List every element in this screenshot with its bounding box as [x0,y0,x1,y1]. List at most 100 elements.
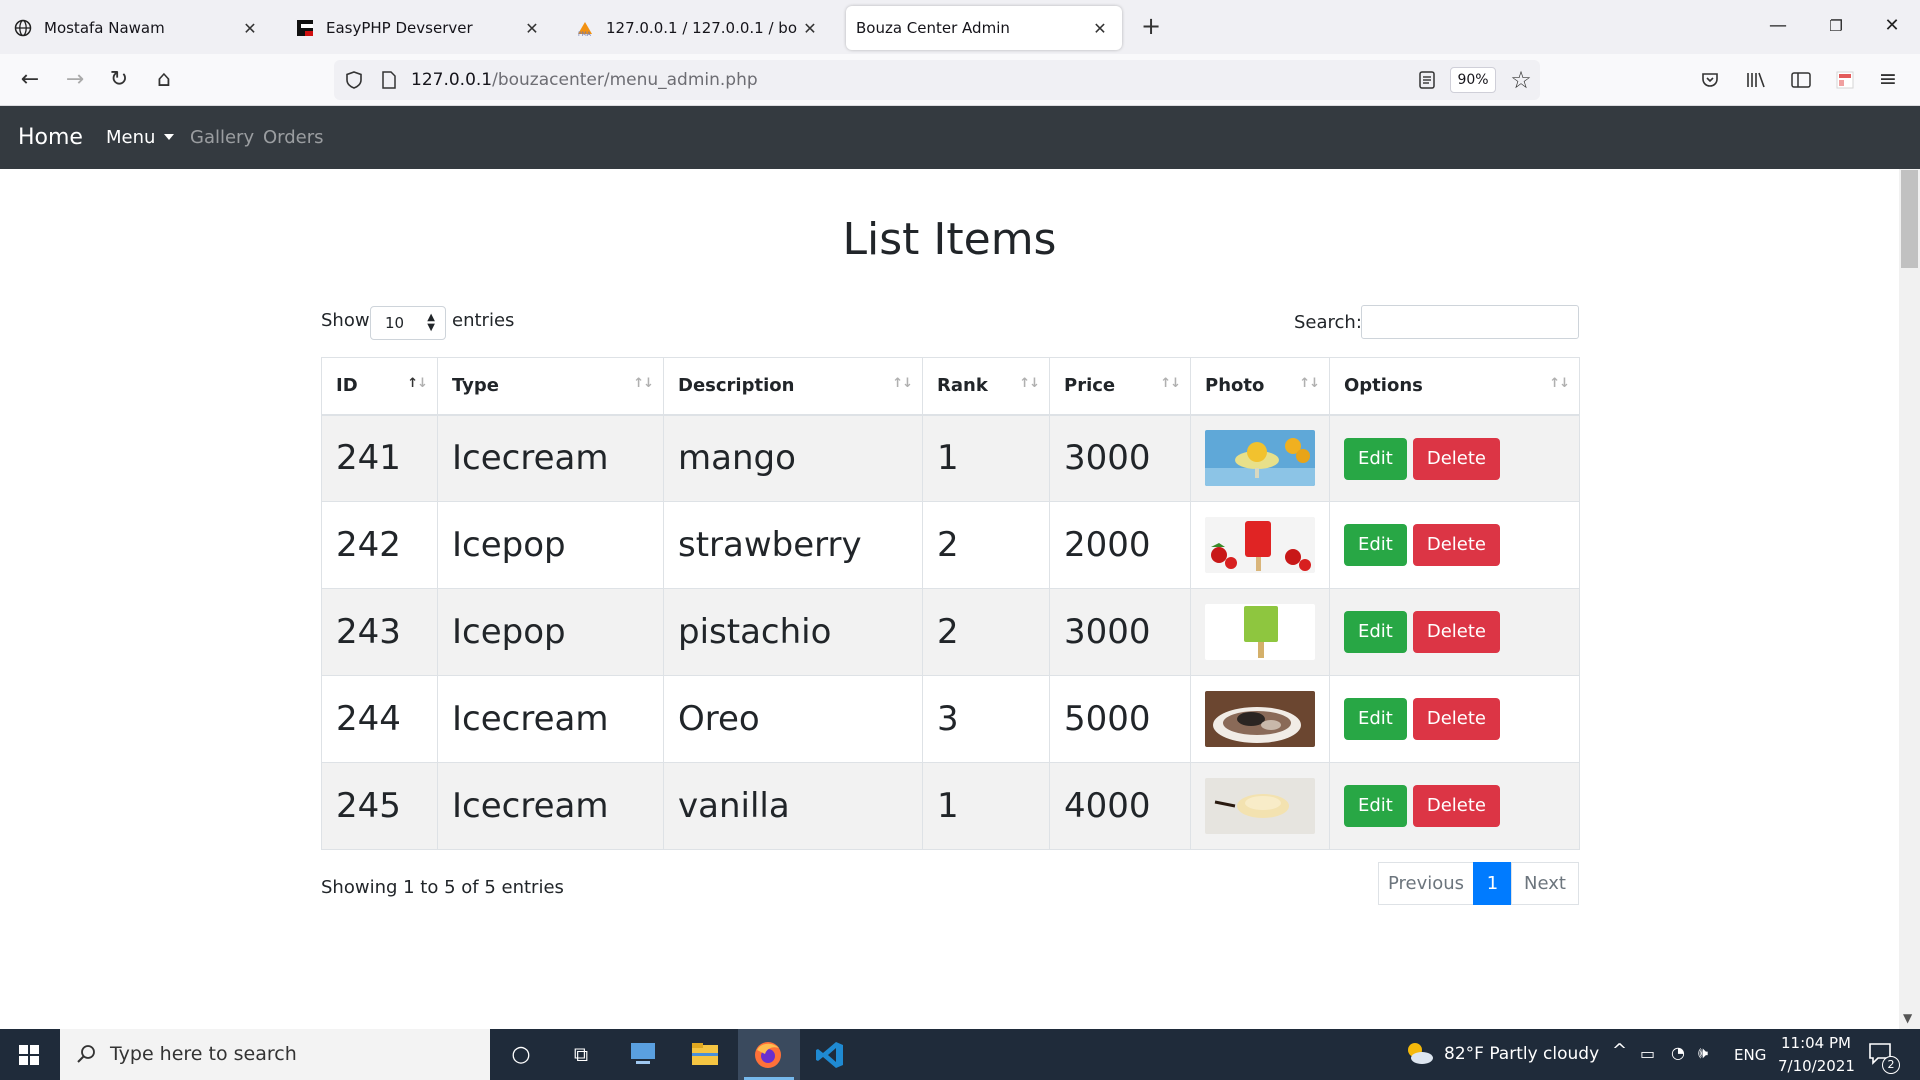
file-explorer-icon[interactable] [690,1041,720,1067]
minimize-icon[interactable]: — [1758,12,1798,42]
weather-text[interactable]: 82°F Partly cloudy [1444,1044,1599,1064]
reader-view-icon[interactable] [1417,70,1437,90]
cell-description: pistachio [663,588,923,676]
cell-options: Edit Delete [1329,414,1580,502]
vscode-icon[interactable] [815,1040,845,1070]
tab-phpmyadmin[interactable]: PMA 127.0.0.1 / 127.0.0.1 / bouzacenter … [566,6,832,50]
close-tab-icon[interactable]: ✕ [798,19,822,38]
delete-button[interactable]: Delete [1412,785,1501,828]
library-icon[interactable] [1745,70,1767,90]
bookmark-star-icon[interactable]: ☆ [1505,64,1537,96]
column-header-options[interactable]: Options ↑↓ [1329,357,1580,416]
volume-icon[interactable]: 🕪 [1698,1043,1708,1063]
sort-icon: ↑↓ [633,376,654,391]
shield-icon[interactable] [344,70,364,90]
sort-icon: ↑↓ [407,376,428,391]
easyphp-icon [297,20,313,36]
weather-partly-cloudy-icon[interactable] [1404,1040,1434,1066]
tab-mostafa-nawam[interactable]: Mostafa Nawam ✕ [4,6,272,50]
hamburger-menu-icon[interactable]: ≡ [1872,64,1904,96]
scrollbar-thumb[interactable] [1901,170,1918,268]
pocket-icon[interactable] [1700,70,1720,90]
table-row: 244 Icecream Oreo 3 5000 Edit Delete [321,675,1580,763]
cell-description: strawberry [663,501,923,589]
column-header-price[interactable]: Price ↑↓ [1049,357,1191,416]
delete-button[interactable]: Delete [1412,437,1501,480]
new-tab-icon[interactable]: + [1136,12,1166,42]
extension-icon[interactable] [1835,70,1855,90]
cell-id: 245 [321,762,438,850]
cell-photo [1190,414,1330,502]
battery-icon[interactable]: ▭ [1640,1044,1655,1063]
close-tab-icon[interactable]: ✕ [238,19,262,38]
window-close-icon[interactable]: ✕ [1872,12,1912,42]
table-row: 241 Icecream mango 1 3000 Edit Delete [321,414,1580,502]
reload-icon[interactable]: ↻ [103,64,135,96]
clock-date[interactable]: 7/10/2021 [1778,1057,1855,1075]
scroll-down-icon[interactable]: ▼ [1903,1011,1912,1025]
tab-title: Bouza Center Admin [856,19,1010,37]
clock-time[interactable]: 11:04 PM [1778,1034,1854,1052]
zoom-level[interactable]: 90% [1450,67,1496,93]
cell-id: 243 [321,588,438,676]
sort-icon: ↑↓ [1160,376,1181,391]
edit-button[interactable]: Edit [1344,698,1407,741]
close-tab-icon[interactable]: ✕ [1088,19,1112,38]
desktop-app-icon[interactable] [628,1040,658,1068]
table-row: 242 Icepop strawberry 2 2000 Edit Delete [321,501,1580,589]
wifi-icon[interactable]: ◔ [1671,1043,1685,1062]
firefox-icon [755,1042,781,1068]
tab-bouza-center-admin[interactable]: Bouza Center Admin ✕ [846,6,1122,50]
windows-start-icon[interactable] [19,1045,39,1065]
cell-photo [1190,762,1330,850]
task-view-icon[interactable]: ⧉ [550,1029,612,1080]
column-label: Options [1344,375,1423,397]
close-tab-icon[interactable]: ✕ [520,19,544,38]
column-header-photo[interactable]: Photo ↑↓ [1190,357,1330,416]
edit-button[interactable]: Edit [1344,437,1407,480]
pagination-next[interactable]: Next [1511,862,1579,905]
pagination-page-1[interactable]: 1 [1473,862,1512,905]
delete-button[interactable]: Delete [1412,524,1501,567]
column-header-rank[interactable]: Rank ↑↓ [922,357,1050,416]
scrollbar[interactable] [1899,169,1920,1029]
cell-price: 4000 [1049,762,1191,850]
notifications-count: 2 [1882,1056,1900,1074]
sidebar-icon[interactable] [1790,70,1812,90]
cell-price: 3000 [1049,588,1191,676]
column-label: Rank [937,375,988,397]
column-label: ID [336,375,358,397]
page-title: List Items [842,214,1057,265]
url-text[interactable]: 127.0.0.1/bouzacenter/menu_admin.php [411,60,758,100]
cortana-icon[interactable]: ○ [490,1029,552,1080]
delete-button[interactable]: Delete [1412,698,1501,741]
pagination-previous[interactable]: Previous [1378,862,1474,905]
delete-button[interactable]: Delete [1412,611,1501,654]
search-input[interactable] [1361,305,1579,339]
column-header-description[interactable]: Description ↑↓ [663,357,923,416]
back-icon[interactable]: ← [14,64,46,96]
edit-button[interactable]: Edit [1344,524,1407,567]
cell-photo [1190,501,1330,589]
nav-menu-dropdown[interactable]: Menu [106,106,175,169]
home-icon[interactable]: ⌂ [148,64,180,96]
taskbar-search-placeholder: Type here to search [110,1043,297,1065]
nav-home[interactable]: Home [18,106,83,169]
column-header-id[interactable]: ID ↑↓ [321,357,438,416]
edit-button[interactable]: Edit [1344,611,1407,654]
sort-icon: ↑↓ [1549,376,1570,391]
tab-title: Mostafa Nawam [44,19,165,37]
forward-icon[interactable]: → [59,64,91,96]
table-info: Showing 1 to 5 of 5 entries [321,877,564,898]
nav-orders[interactable]: Orders [263,106,324,169]
nav-gallery[interactable]: Gallery [190,106,254,169]
taskbar-search-box[interactable]: Type here to search [60,1029,490,1080]
restore-icon[interactable]: ❐ [1816,12,1856,42]
tab-easyphp[interactable]: EasyPHP Devserver ✕ [286,6,554,50]
tab-title: 127.0.0.1 / 127.0.0.1 / bouzacenter [606,19,798,37]
entries-select[interactable]: 10 ▲ ▼ [370,306,446,340]
edit-button[interactable]: Edit [1344,785,1407,828]
chevron-up-icon[interactable]: ^ [1612,1040,1627,1061]
column-header-type[interactable]: Type ↑↓ [437,357,664,416]
language-indicator[interactable]: ENG [1734,1046,1766,1064]
